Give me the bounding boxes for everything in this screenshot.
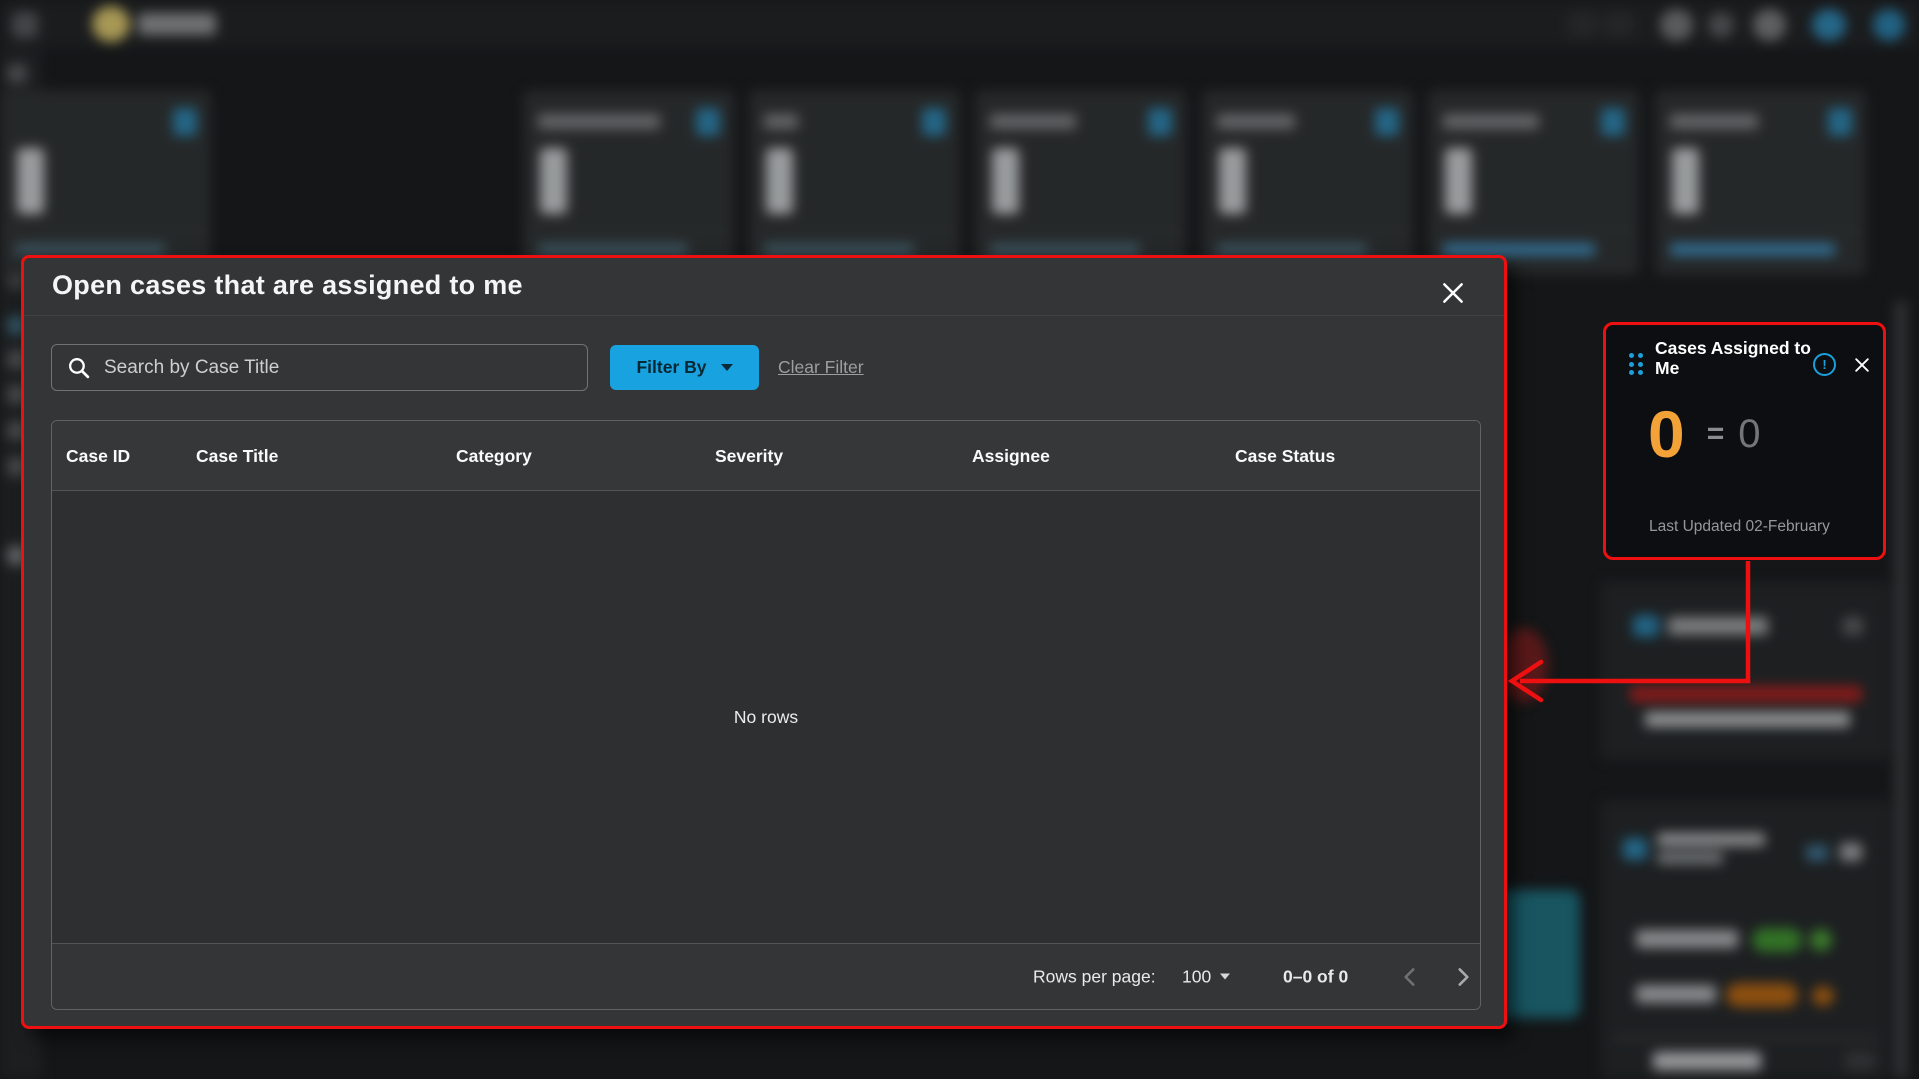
search-input[interactable] — [104, 357, 544, 379]
cases-table: Case ID Case Title Category Severity Ass… — [51, 420, 1481, 1010]
secondary-count: 0 — [1738, 412, 1760, 457]
cases-assigned-widget: Cases Assigned to Me ! 0 = 0 Last Update… — [1603, 322, 1886, 560]
column-header-case-status[interactable]: Case Status — [1235, 421, 1335, 491]
modal-header: Open cases that are assigned to me — [24, 258, 1504, 316]
column-header-category[interactable]: Category — [456, 421, 532, 491]
chevron-down-icon — [1220, 974, 1230, 980]
widget-title: Cases Assigned to Me — [1655, 338, 1815, 378]
rows-per-page-label: Rows per page: — [1033, 966, 1156, 987]
rows-per-page-select[interactable]: 100 — [1182, 966, 1230, 987]
widget-value-row: 0 = 0 — [1648, 401, 1761, 467]
rows-per-page-value: 100 — [1182, 966, 1211, 987]
column-header-case-id[interactable]: Case ID — [66, 421, 130, 491]
modal-title: Open cases that are assigned to me — [52, 270, 523, 301]
table-body: No rows — [52, 491, 1480, 943]
info-glyph: ! — [1822, 357, 1826, 372]
close-icon[interactable] — [1440, 280, 1466, 306]
chevron-down-icon — [721, 364, 733, 371]
last-updated-text: Last Updated 02-February — [1649, 518, 1830, 536]
close-icon[interactable] — [1852, 355, 1872, 375]
table-header-row: Case ID Case Title Category Severity Ass… — [52, 421, 1480, 491]
column-header-severity[interactable]: Severity — [715, 421, 783, 491]
table-pagination-bar: Rows per page: 100 0–0 of 0 — [52, 943, 1480, 1009]
filter-by-label: Filter By — [636, 357, 706, 378]
drag-handle-icon[interactable] — [1629, 353, 1643, 375]
modal-toolbar: Filter By Clear Filter — [24, 344, 1504, 391]
column-header-assignee[interactable]: Assignee — [972, 421, 1050, 491]
filter-by-button[interactable]: Filter By — [610, 345, 759, 390]
search-icon — [66, 355, 91, 380]
empty-state-message: No rows — [734, 707, 798, 728]
clear-filter-link[interactable]: Clear Filter — [778, 357, 864, 378]
pagination-range: 0–0 of 0 — [1283, 966, 1348, 987]
previous-page-button[interactable] — [1397, 964, 1423, 990]
equals-sign: = — [1707, 417, 1725, 451]
info-icon[interactable]: ! — [1813, 353, 1836, 376]
case-search-box[interactable] — [51, 344, 588, 391]
column-header-case-title[interactable]: Case Title — [196, 421, 278, 491]
open-cases-modal: Open cases that are assigned to me Filte… — [21, 255, 1507, 1029]
next-page-button[interactable] — [1450, 964, 1476, 990]
primary-count: 0 — [1648, 401, 1685, 467]
